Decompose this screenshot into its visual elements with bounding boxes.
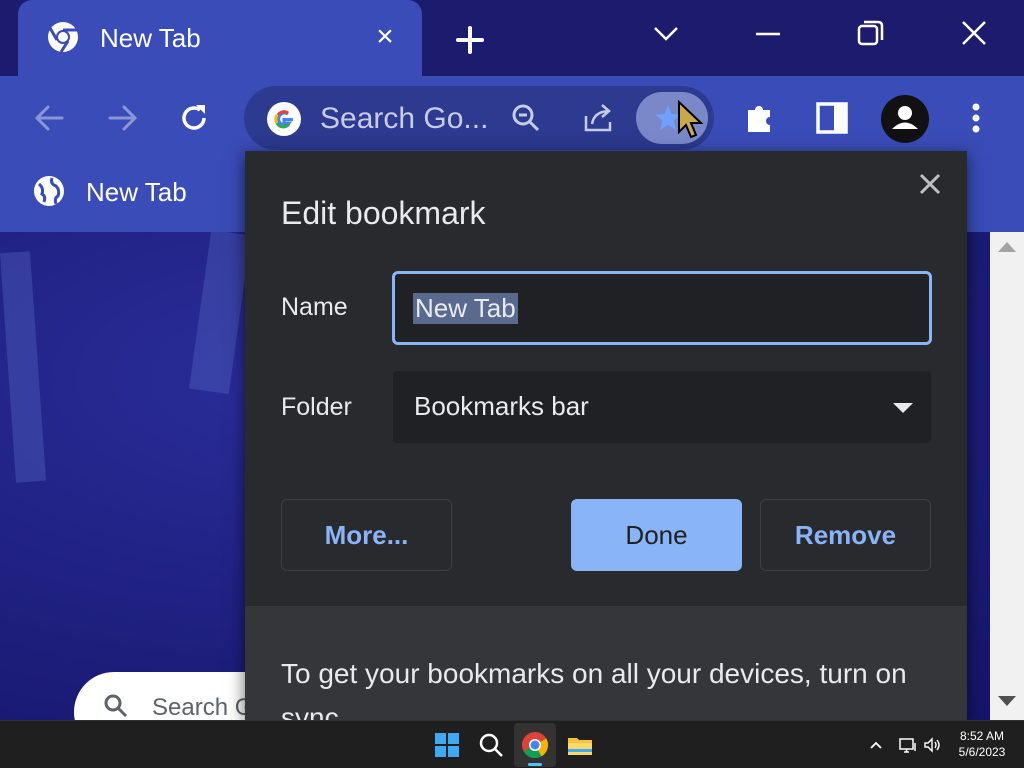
- taskbar: 8:52 AM 5/6/2023: [0, 720, 1024, 768]
- folder-select-value: Bookmarks bar: [414, 391, 589, 421]
- kebab-menu-icon[interactable]: [954, 96, 998, 140]
- volume-icon[interactable]: [922, 735, 942, 755]
- remove-button[interactable]: Remove: [760, 499, 931, 571]
- done-button[interactable]: Done: [571, 499, 742, 571]
- tab-new-tab[interactable]: New Tab ×: [18, 0, 422, 76]
- google-icon: [267, 102, 301, 136]
- profile-icon[interactable]: [880, 94, 930, 144]
- chrome-icon: [48, 22, 78, 53]
- puzzle-icon[interactable]: [738, 96, 782, 140]
- zoom-out-icon[interactable]: [508, 100, 544, 136]
- clock-date: 5/6/2023: [958, 745, 1006, 759]
- taskbar-search-icon[interactable]: [477, 731, 505, 759]
- name-field[interactable]: New Tab: [392, 271, 932, 345]
- folder-label: Folder: [281, 393, 352, 421]
- chevron-up-icon[interactable]: [866, 735, 886, 755]
- edit-bookmark-dialog: Edit bookmark Name New Tab Folder Bookma…: [245, 151, 967, 720]
- name-field-value: New Tab: [413, 293, 518, 324]
- scroll-up-arrow-icon[interactable]: [998, 242, 1016, 252]
- background-art: [0, 251, 46, 483]
- mouse-cursor-icon: [678, 100, 704, 139]
- tab-title: New Tab: [100, 23, 201, 53]
- windows-start-icon[interactable]: [433, 731, 461, 759]
- name-label: Name: [281, 293, 348, 321]
- restore-icon[interactable]: [850, 14, 890, 54]
- tab-search-chevron-icon[interactable]: [646, 14, 686, 54]
- scrollbar[interactable]: [990, 232, 1024, 720]
- more-button[interactable]: More...: [281, 499, 452, 571]
- clock-time: 8:52 AM: [959, 729, 1005, 743]
- file-explorer-icon[interactable]: [566, 731, 594, 759]
- bookmark-label: New Tab: [86, 177, 187, 207]
- taskbar-chrome-button[interactable]: [514, 723, 556, 767]
- new-tab-button[interactable]: [450, 20, 490, 60]
- minimize-icon[interactable]: [748, 14, 788, 54]
- close-window-icon[interactable]: [954, 14, 994, 54]
- share-icon[interactable]: [578, 98, 618, 138]
- close-icon[interactable]: [915, 169, 945, 199]
- sync-promo: To get your bookmarks on all your device…: [245, 606, 967, 720]
- title-bar: New Tab ×: [0, 0, 1024, 76]
- background-art: [189, 232, 251, 395]
- sync-promo-text: To get your bookmarks on all your device…: [281, 658, 907, 720]
- ntp-search-placeholder: Search G: [152, 694, 254, 720]
- clock[interactable]: 8:52 AM 5/6/2023: [948, 728, 1016, 760]
- reload-icon[interactable]: [172, 96, 216, 140]
- tab-close-icon[interactable]: ×: [370, 20, 400, 54]
- chrome-icon: [522, 732, 549, 759]
- active-indicator: [528, 763, 542, 766]
- forward-arrow-icon[interactable]: [100, 96, 144, 140]
- scrollbar-thumb[interactable]: [990, 268, 1024, 688]
- network-icon[interactable]: [898, 735, 918, 755]
- search-icon: [104, 694, 128, 718]
- globe-icon: [34, 176, 64, 206]
- back-arrow-icon[interactable]: [28, 96, 72, 140]
- dropdown-caret-icon: [893, 403, 913, 413]
- dialog-title: Edit bookmark: [281, 195, 486, 231]
- scroll-down-arrow-icon[interactable]: [998, 696, 1016, 706]
- folder-select[interactable]: Bookmarks bar: [393, 371, 931, 443]
- side-panel-icon[interactable]: [810, 96, 854, 140]
- omnibox-text: Search Go...: [320, 102, 489, 135]
